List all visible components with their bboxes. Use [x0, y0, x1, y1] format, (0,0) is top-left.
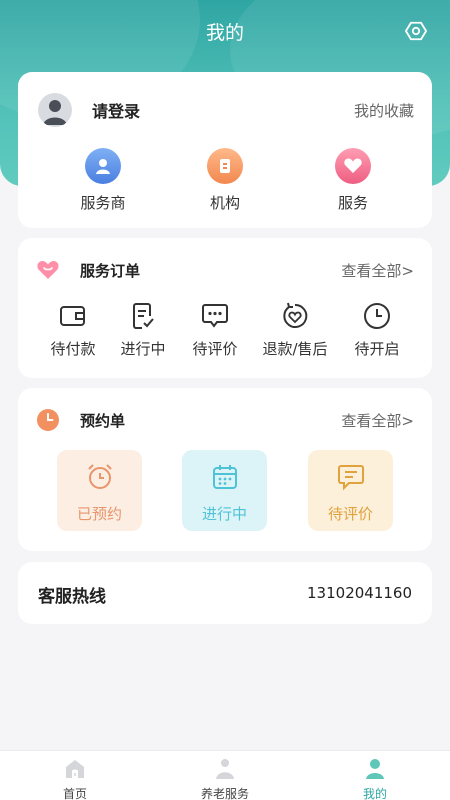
- settings-button[interactable]: [404, 19, 428, 43]
- home-icon: [63, 757, 87, 781]
- wallet-icon: [59, 302, 87, 330]
- calendar-icon: [211, 463, 239, 491]
- elderly-service-icon: [213, 757, 237, 781]
- tab-label: 养老服务: [200, 787, 249, 800]
- alarm-clock-icon: [86, 463, 114, 491]
- order-status-label: 待评价: [192, 340, 238, 358]
- quick-link-label: 服务商: [80, 194, 126, 212]
- order-in-progress[interactable]: 进行中: [102, 302, 184, 359]
- user-icon: [363, 757, 387, 781]
- booking-status-label: 进行中: [201, 505, 247, 523]
- tab-label: 我的: [362, 787, 387, 800]
- order-status-row: 待付款 进行中 待评价 退款/售后 待开启: [18, 302, 432, 362]
- quick-links: 服务商 机构 服务: [18, 148, 432, 212]
- booking-card: 预约单 查看全部> 已预约 进行中 待评价: [18, 388, 432, 551]
- booking-in-progress[interactable]: 进行中: [182, 450, 267, 531]
- page-title: 我的: [205, 21, 244, 44]
- quick-link-service[interactable]: 服务: [308, 148, 398, 213]
- institution-icon: [207, 148, 243, 184]
- hotline-number[interactable]: 13102041160: [307, 584, 412, 602]
- tab-label: 首页: [62, 787, 87, 800]
- section-title: 预约单: [80, 411, 126, 430]
- tab-mine[interactable]: 我的: [330, 757, 420, 800]
- profile-card: 请登录 我的收藏 服务商 机构 服务: [18, 72, 432, 228]
- favorites-link[interactable]: 我的收藏: [354, 100, 414, 121]
- order-status-label: 退款/售后: [262, 340, 328, 358]
- avatar-icon: [43, 100, 67, 125]
- order-refund[interactable]: 退款/售后: [254, 302, 336, 359]
- order-to-start[interactable]: 待开启: [336, 302, 418, 359]
- order-status-label: 待开启: [354, 340, 400, 358]
- settings-icon: [405, 21, 427, 41]
- provider-icon: [85, 148, 121, 184]
- order-status-label: 进行中: [120, 340, 166, 358]
- quick-link-institution[interactable]: 机构: [180, 148, 270, 213]
- refund-icon: [281, 302, 309, 330]
- service-heart-icon: [335, 148, 371, 184]
- login-link[interactable]: 请登录: [92, 98, 140, 122]
- quick-link-provider[interactable]: 服务商: [58, 148, 148, 213]
- tab-elderly-service[interactable]: 养老服务: [180, 757, 270, 800]
- hotline-label: 客服热线: [38, 587, 106, 607]
- clock-icon: [363, 302, 391, 330]
- section-title: 服务订单: [80, 261, 141, 280]
- view-all-orders-link[interactable]: 查看全部>: [341, 260, 414, 281]
- checklist-icon: [129, 302, 157, 330]
- bottom-tab-bar: 首页 养老服务 我的: [0, 750, 450, 800]
- order-to-review[interactable]: 待评价: [174, 302, 256, 359]
- quick-link-label: 服务: [337, 194, 368, 212]
- booking-status-label: 已预约: [76, 505, 122, 523]
- hotline-card: 客服热线 13102041160: [18, 562, 432, 624]
- quick-link-label: 机构: [209, 194, 240, 212]
- view-all-bookings-link[interactable]: 查看全部>: [341, 410, 414, 431]
- booking-clock-icon: [37, 409, 59, 431]
- tab-home[interactable]: 首页: [30, 757, 120, 800]
- booking-header: 预约单 查看全部>: [36, 406, 414, 434]
- service-orders-header: 服务订单 查看全部>: [36, 256, 414, 284]
- booking-to-review[interactable]: 待评价: [308, 450, 393, 531]
- comment-icon: [201, 302, 229, 330]
- title-bar: 我的: [0, 0, 450, 62]
- profile-header: 请登录 我的收藏: [38, 93, 414, 127]
- service-orders-card: 服务订单 查看全部> 待付款 进行中 待评价 退款/售后 待开启: [18, 238, 432, 378]
- avatar[interactable]: [38, 93, 72, 127]
- message-icon: [337, 463, 365, 491]
- booking-status-label: 待评价: [327, 505, 373, 523]
- heart-icon: [37, 261, 59, 279]
- booking-booked[interactable]: 已预约: [57, 450, 142, 531]
